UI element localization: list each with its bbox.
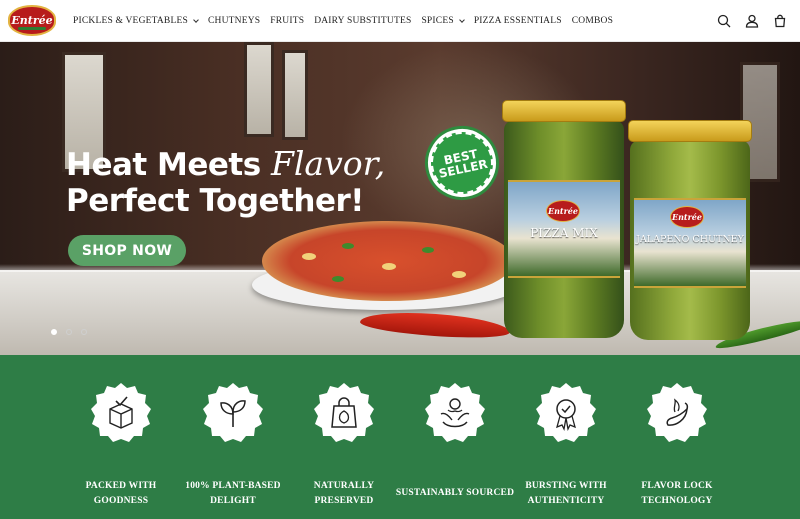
nav-item-chutneys[interactable]: CHUTNEYS [208,16,260,26]
pizza-topping [422,247,434,253]
nav-item-label: CHUTNEYS [207,16,261,26]
feature-line1: 100% PLANT-BASED [185,481,281,491]
feature-line1: PACKED WITH [85,481,157,491]
jar-lid [502,100,626,122]
package-check-icon [91,383,151,442]
nav-item-pizza-essentials[interactable]: PIZZA ESSENTIALS [474,16,562,26]
pizza-image [262,221,514,301]
hero-headline-part2: Perfect Together! [66,183,364,219]
feature-label: 100% PLANT-BASED DELIGHT [172,479,294,509]
slide-dot-1[interactable] [51,329,57,335]
feature-plant-based: 100% PLANT-BASED DELIGHT [178,355,288,519]
hero-headline: Heat Meets Flavor, Perfect Together! [66,144,386,220]
award-badge-icon [536,383,596,442]
feature-line1: NATURALLY [313,481,375,491]
jar-logo: Entrée [546,200,580,222]
jalapeno-chutney-jar: Entrée JALAPENO CHUTNEY [628,120,752,342]
nav-item-label: DAIRY SUBSTITUTES [314,16,412,26]
nav-item-spices[interactable]: SPICES [421,16,465,26]
background-window [244,42,274,137]
slide-dot-3[interactable] [81,329,87,335]
background-window [282,50,308,140]
nav-item-dairy-substitutes[interactable]: DAIRY SUBSTITUTES [314,16,411,26]
pizza-topping [452,271,466,278]
feature-label: BURSTING WITH AUTHENTICITY [505,479,627,509]
pizza-topping [302,253,316,260]
chevron-down-icon [193,16,199,23]
nav-item-pickles-vegetables[interactable]: PICKLES & VEGETABLES [73,16,199,26]
pizza-topping [382,263,396,270]
jar-product-name: PIZZA MIX [530,226,598,240]
best-seller-badge-inner: BEST SELLER [425,126,499,200]
feature-line2: PRESERVED [314,496,374,506]
main-nav: PICKLES & VEGETABLES CHUTNEYS FRUITS DAI… [73,0,623,42]
nav-item-label: FRUITS [270,16,305,26]
feature-packed-with-goodness: PACKED WITH GOODNESS [66,355,176,519]
feature-label: NATURALLY PRESERVED [283,479,405,509]
feature-line2: TECHNOLOGY [641,496,713,506]
nav-item-label: COMBOS [571,16,614,26]
feature-authenticity: BURSTING WITH AUTHENTICITY [511,355,621,519]
search-icon[interactable] [714,11,734,31]
feature-label: SUSTAINABLY SOURCED [394,486,516,501]
nav-item-combos[interactable]: COMBOS [572,16,613,26]
jar-lid [628,120,752,142]
feature-line1: BURSTING WITH [525,481,607,491]
account-icon[interactable] [742,11,762,31]
pizza-mix-jar: Entrée PIZZA MIX [502,100,626,340]
brand-logo[interactable]: Entrée [8,5,56,36]
feature-line1: SUSTAINABLY SOURCED [395,488,515,498]
slider-dots [51,329,87,335]
site-header: Entrée PICKLES & VEGETABLES CHUTNEYS FRU… [0,0,800,42]
slide-dot-2[interactable] [66,329,72,335]
sustainable-hands-icon [425,383,485,442]
feature-line2: GOODNESS [93,496,149,506]
pizza-topping [342,243,354,249]
nav-item-fruits[interactable]: FRUITS [270,16,304,26]
nav-item-label: PICKLES & VEGETABLES [73,16,188,26]
feature-flavor-lock: FLAVOR LOCK TECHNOLOGY [622,355,732,519]
feature-line2: AUTHENTICITY [527,496,605,506]
feature-line2: DELIGHT [210,496,256,506]
chili-flame-icon [647,383,707,442]
eco-bag-icon [314,383,374,442]
feature-line1: FLAVOR LOCK [641,481,713,491]
jar-product-name: JALAPENO CHUTNEY [636,234,744,245]
nav-item-label: PIZZA ESSENTIALS [473,16,562,26]
features-section: PACKED WITH GOODNESS 100% PLANT-BASED DE… [0,355,800,519]
feature-label: PACKED WITH GOODNESS [60,479,182,509]
hero-banner: Heat Meets Flavor, Perfect Together! SHO… [0,42,800,355]
nav-item-label: SPICES [421,16,454,26]
logo-swoosh [18,27,46,30]
shop-now-button[interactable]: SHOP NOW [68,235,186,266]
jar-logo: Entrée [670,206,704,228]
hero-headline-part1: Heat Meets [66,147,261,183]
feature-naturally-preserved: NATURALLY PRESERVED [289,355,399,519]
header-icons [714,11,790,31]
pizza-topping [332,276,344,282]
brand-logo-text: Entrée [11,14,53,27]
chevron-down-icon [458,16,465,23]
cart-icon[interactable] [770,11,790,31]
hero-headline-flavor: Flavor, [270,144,386,183]
feature-label: FLAVOR LOCK TECHNOLOGY [616,479,738,509]
feature-sustainably-sourced: SUSTAINABLY SOURCED [396,355,514,519]
sprout-icon [203,383,263,442]
